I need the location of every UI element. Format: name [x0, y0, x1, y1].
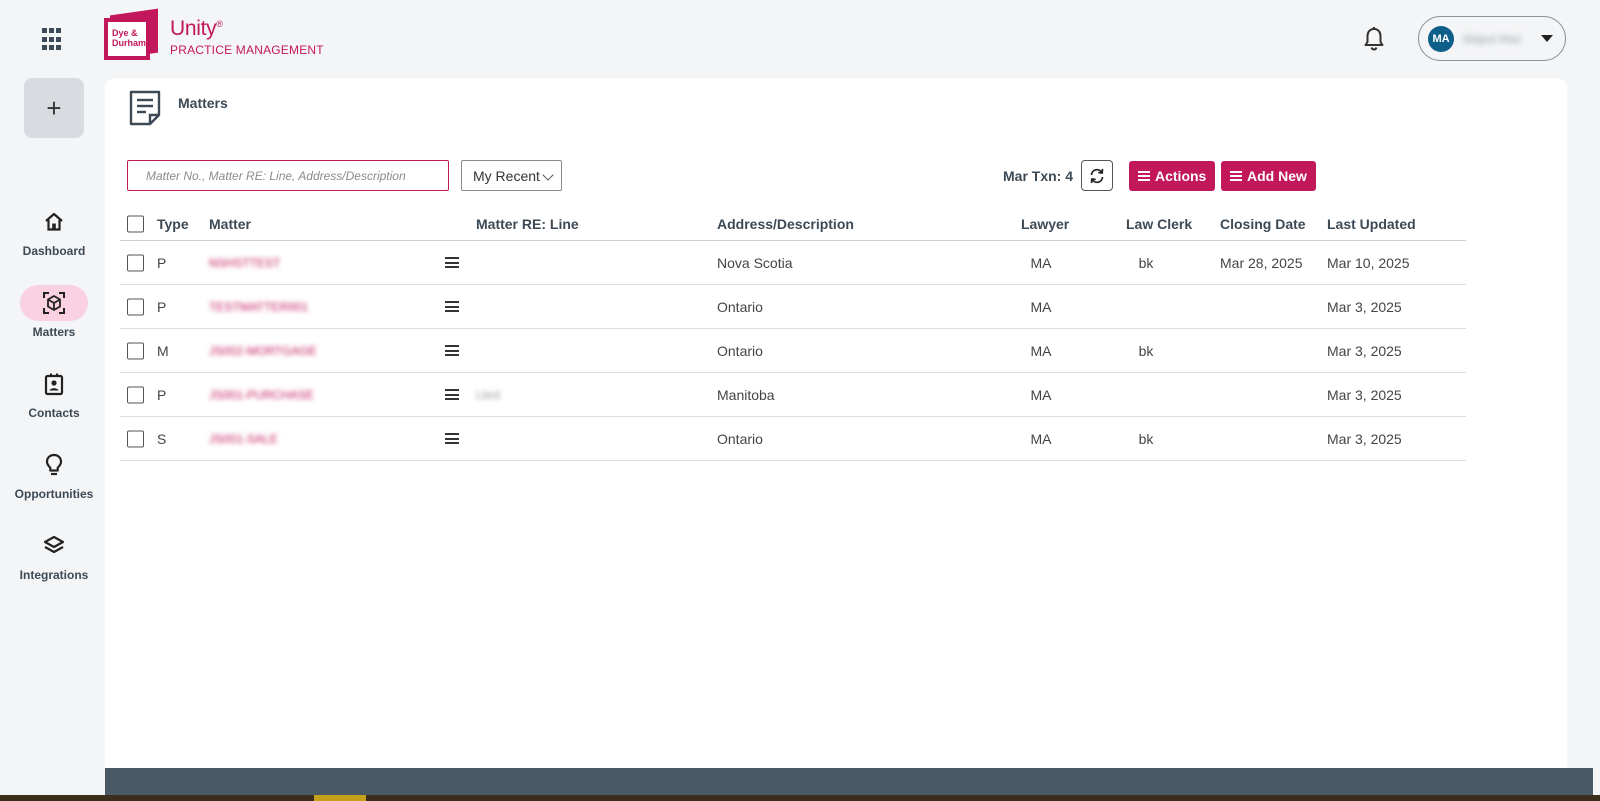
- footer-bar: [105, 768, 1593, 795]
- row-checkbox[interactable]: [127, 298, 144, 315]
- row-checkbox[interactable]: [127, 254, 144, 271]
- row-menu-icon[interactable]: [445, 343, 459, 359]
- column-header-last-updated[interactable]: Last Updated: [1327, 216, 1416, 232]
- column-header-type[interactable]: Type: [157, 216, 189, 232]
- matter-address: Ontario: [717, 342, 763, 359]
- matter-last-updated: Mar 3, 2025: [1327, 342, 1402, 359]
- matter-last-updated: Mar 10, 2025: [1327, 254, 1410, 271]
- product-subtitle: PRACTICE MANAGEMENT: [170, 43, 324, 57]
- matter-number-link[interactable]: TESTMATTER001: [209, 300, 308, 314]
- sidebar-item-opportunities[interactable]: Opportunities: [0, 447, 108, 501]
- matter-last-updated: Mar 3, 2025: [1327, 430, 1402, 447]
- chevron-down-icon: [542, 169, 554, 181]
- row-checkbox[interactable]: [127, 430, 144, 447]
- caret-down-icon: [1541, 35, 1553, 42]
- sidebar-item-label: Contacts: [28, 406, 80, 420]
- column-header-lawyer[interactable]: Lawyer: [1021, 216, 1069, 232]
- sidebar-item-integrations[interactable]: Integrations: [0, 528, 108, 582]
- matters-table: Type Matter Matter RE: Line Address/Desc…: [120, 208, 1466, 461]
- matter-number-link[interactable]: JS001-PURCHASE: [209, 388, 314, 402]
- matter-closing-date: Mar 28, 2025: [1220, 254, 1303, 271]
- sidebar-item-label: Dashboard: [22, 244, 86, 258]
- sidebar-item-label: Opportunities: [14, 487, 94, 501]
- transaction-count: Mar Txn: 4: [1003, 168, 1074, 184]
- sidebar-item-label: Matters: [32, 325, 76, 339]
- matter-type: P: [157, 254, 167, 271]
- top-bar: Dye & Durham Unity® PRACTICE MANAGEMENT …: [0, 0, 1600, 78]
- matter-lawyer: MA: [1030, 430, 1052, 447]
- taskbar-strip: [0, 795, 1600, 801]
- matter-address: Nova Scotia: [717, 254, 793, 271]
- column-header-closing-date[interactable]: Closing Date: [1220, 216, 1306, 232]
- notifications-bell-icon[interactable]: [1362, 26, 1386, 52]
- column-header-re-line[interactable]: Matter RE: Line: [476, 216, 579, 232]
- row-menu-icon[interactable]: [445, 387, 459, 403]
- matter-law-clerk: bk: [1138, 342, 1154, 359]
- home-icon: [20, 204, 88, 240]
- sidebar-item-dashboard[interactable]: Dashboard: [0, 204, 108, 258]
- menu-icon: [1230, 169, 1242, 183]
- column-header-address[interactable]: Address/Description: [717, 216, 854, 232]
- table-row[interactable]: S JS001-SALE Ontario MA bk Mar 3, 2025: [120, 417, 1466, 461]
- matter-number-link[interactable]: JS002-MORTGAGE: [209, 344, 317, 358]
- matter-last-updated: Mar 3, 2025: [1327, 298, 1402, 315]
- table-row[interactable]: P TESTMATTER001 Ontario MA Mar 3, 2025: [120, 285, 1466, 329]
- matter-type: P: [157, 386, 167, 403]
- brand-logo[interactable]: Dye & Durham Unity® PRACTICE MANAGEMENT: [104, 8, 324, 62]
- matter-type: P: [157, 298, 167, 315]
- matter-lawyer: MA: [1030, 298, 1052, 315]
- app-grid-icon[interactable]: [42, 28, 66, 52]
- sidebar-item-contacts[interactable]: Contacts: [0, 366, 108, 420]
- matter-type: M: [157, 342, 169, 359]
- column-header-law-clerk[interactable]: Law Clerk: [1126, 216, 1192, 232]
- user-menu[interactable]: MA Majed Atwi: [1418, 16, 1566, 61]
- matter-law-clerk: bk: [1138, 430, 1154, 447]
- filter-value: My Recent: [473, 167, 540, 184]
- cube-icon: [20, 285, 88, 321]
- actions-button[interactable]: Actions: [1129, 161, 1216, 191]
- row-menu-icon[interactable]: [445, 299, 459, 315]
- table-row[interactable]: P JS001-PURCHASE Lbrd Manitoba MA Mar 3,…: [120, 373, 1466, 417]
- matter-address: Ontario: [717, 298, 763, 315]
- refresh-button[interactable]: [1081, 160, 1113, 191]
- matter-re-line: Lbrd: [476, 387, 501, 402]
- main-panel: Matters My Recent Mar Txn: 4 Actions Add…: [105, 78, 1567, 768]
- row-checkbox[interactable]: [127, 342, 144, 359]
- table-row[interactable]: M JS002-MORTGAGE Ontario MA bk Mar 3, 20…: [120, 329, 1466, 373]
- document-icon: [129, 90, 161, 126]
- refresh-icon: [1090, 168, 1104, 183]
- matter-law-clerk: bk: [1138, 254, 1154, 271]
- layers-icon: [20, 528, 88, 564]
- row-checkbox[interactable]: [127, 386, 144, 403]
- search-input[interactable]: [127, 160, 449, 191]
- select-all-checkbox[interactable]: [127, 215, 144, 233]
- matter-number-link[interactable]: JS001-SALE: [209, 432, 278, 446]
- table-row[interactable]: P NSHSTTEST Nova Scotia MA bk Mar 28, 20…: [120, 241, 1466, 285]
- column-header-matter[interactable]: Matter: [209, 216, 251, 232]
- product-name: Unity®: [170, 17, 223, 40]
- sidebar-item-matters[interactable]: Matters: [0, 285, 108, 339]
- sidebar-item-label: Integrations: [19, 568, 89, 582]
- user-name: Majed Atwi: [1463, 31, 1522, 46]
- create-new-button[interactable]: +: [24, 78, 84, 138]
- matter-lawyer: MA: [1030, 386, 1052, 403]
- row-menu-icon[interactable]: [445, 255, 459, 271]
- page-title: Matters: [178, 95, 228, 111]
- matter-address: Manitoba: [717, 386, 775, 403]
- dye-durham-logo-mark: Dye & Durham: [104, 8, 158, 62]
- matter-last-updated: Mar 3, 2025: [1327, 386, 1402, 403]
- recent-filter-select[interactable]: My Recent: [461, 160, 562, 191]
- matter-number-link[interactable]: NSHSTTEST: [209, 256, 280, 270]
- contact-card-icon: [20, 366, 88, 402]
- menu-icon: [1138, 169, 1150, 183]
- matter-lawyer: MA: [1030, 254, 1052, 271]
- matter-address: Ontario: [717, 430, 763, 447]
- matter-lawyer: MA: [1030, 342, 1052, 359]
- matter-type: S: [157, 430, 167, 447]
- row-menu-icon[interactable]: [445, 431, 459, 447]
- lightbulb-icon: [20, 447, 88, 483]
- avatar: MA: [1428, 25, 1454, 52]
- table-header-row: Type Matter Matter RE: Line Address/Desc…: [120, 208, 1466, 241]
- add-new-button[interactable]: Add New: [1221, 161, 1316, 191]
